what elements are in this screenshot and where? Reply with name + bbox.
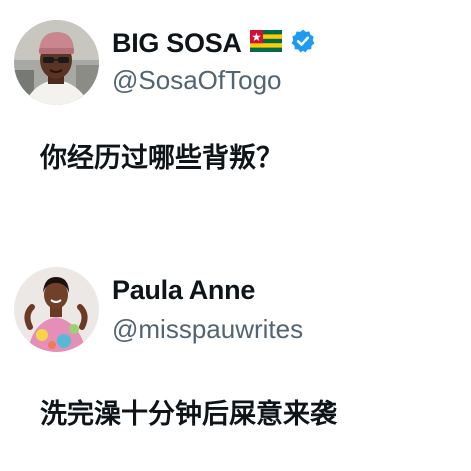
avatar[interactable] (14, 20, 99, 105)
author-handle[interactable]: @misspauwrites (112, 312, 303, 346)
avatar-photo (14, 20, 99, 105)
author-name-row: Paula Anne (112, 273, 255, 307)
togo-flag-icon (249, 29, 282, 57)
author-name-row: BIG SOSA (112, 26, 316, 60)
avatar-photo (14, 267, 99, 352)
author-handle[interactable]: @SosaOfTogo (112, 63, 281, 97)
verified-badge-icon (290, 28, 316, 59)
author-display-name[interactable]: BIG SOSA (112, 26, 242, 60)
tweet-text: 你经历过哪些背叛？ (40, 143, 283, 174)
avatar[interactable] (14, 267, 99, 352)
author-display-name[interactable]: Paula Anne (112, 273, 255, 307)
tweet-text: 洗完澡十分钟后屎意来袭 (40, 399, 337, 430)
